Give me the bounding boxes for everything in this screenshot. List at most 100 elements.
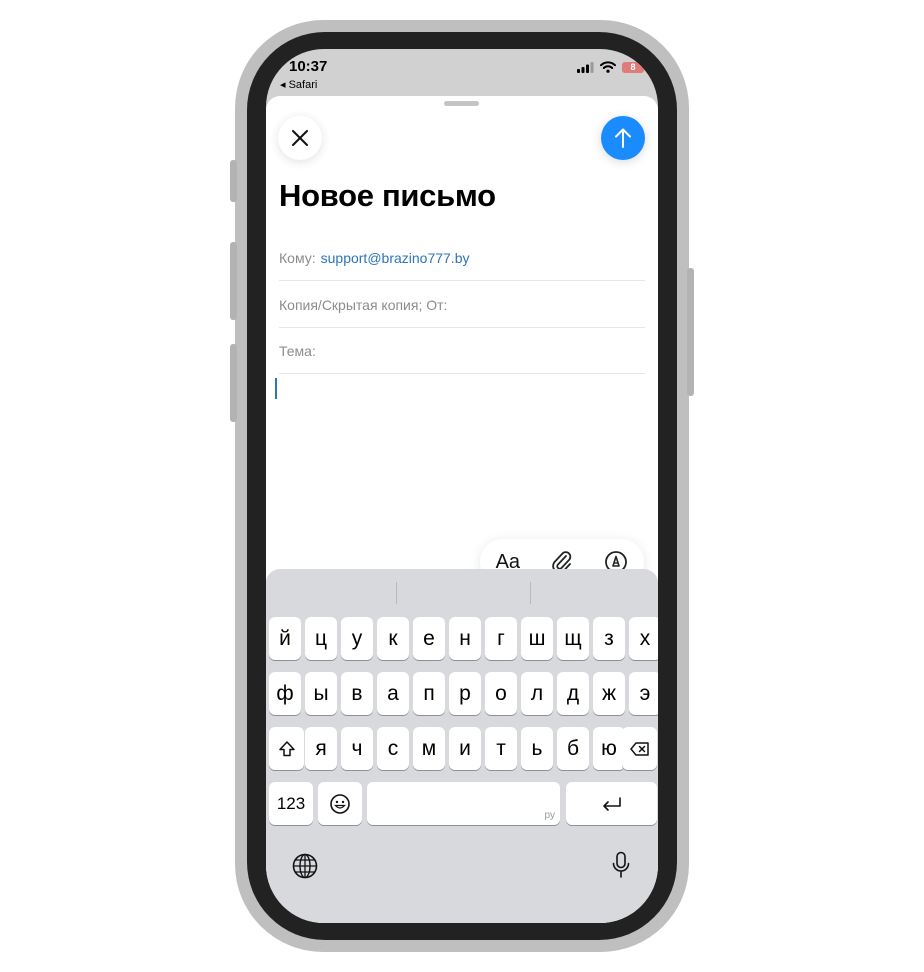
key-label: г bbox=[497, 626, 505, 650]
key-letter[interactable]: е bbox=[413, 617, 445, 660]
emoji-key[interactable] bbox=[318, 782, 362, 825]
key-label: я bbox=[315, 736, 327, 760]
key-letter[interactable]: щ bbox=[557, 617, 589, 660]
key-letter[interactable]: т bbox=[485, 727, 517, 770]
close-button[interactable] bbox=[278, 116, 322, 160]
volume-down-button bbox=[230, 344, 237, 422]
key-label: з bbox=[604, 626, 614, 650]
key-label: в bbox=[351, 681, 363, 705]
battery-icon: 8 bbox=[622, 61, 647, 73]
microphone-icon bbox=[612, 851, 630, 878]
key-letter[interactable]: а bbox=[377, 672, 409, 715]
numbers-key-label: 123 bbox=[276, 793, 306, 813]
key-label: э bbox=[639, 681, 651, 705]
key-label: и bbox=[459, 736, 471, 760]
send-button[interactable] bbox=[601, 116, 645, 160]
prediction-divider bbox=[530, 582, 531, 604]
key-label: м bbox=[421, 736, 437, 760]
key-label: о bbox=[495, 681, 507, 705]
sheet-grabber[interactable] bbox=[444, 101, 479, 106]
key-label: ч bbox=[351, 736, 363, 760]
key-label: н bbox=[459, 626, 471, 650]
key-label: ю bbox=[601, 736, 617, 760]
key-letter[interactable]: ф bbox=[269, 672, 301, 715]
to-label: Кому: bbox=[279, 249, 316, 266]
key-letter[interactable]: з bbox=[593, 617, 625, 660]
key-letter[interactable]: г bbox=[485, 617, 517, 660]
key-letter[interactable]: ч bbox=[341, 727, 373, 770]
key-letter[interactable]: с bbox=[377, 727, 409, 770]
power-button bbox=[687, 268, 694, 396]
shift-key[interactable] bbox=[269, 727, 304, 770]
key-label: е bbox=[423, 626, 435, 650]
key-letter[interactable]: ю bbox=[593, 727, 625, 770]
back-to-safari-link[interactable]: ◂ Safari bbox=[280, 78, 317, 91]
key-label: т bbox=[496, 736, 506, 760]
key-letter[interactable]: я bbox=[305, 727, 337, 770]
key-label: д bbox=[566, 681, 580, 705]
key-label: б bbox=[566, 736, 580, 760]
key-label: ж bbox=[601, 681, 617, 705]
subject-label: Тема: bbox=[279, 342, 316, 359]
key-label: р bbox=[459, 681, 471, 705]
wifi-icon bbox=[600, 61, 616, 73]
key-letter[interactable]: ы bbox=[305, 672, 337, 715]
return-key[interactable] bbox=[566, 782, 657, 825]
key-letter[interactable]: э bbox=[629, 672, 658, 715]
key-letter[interactable]: р bbox=[449, 672, 481, 715]
key-label: а bbox=[387, 681, 399, 705]
signal-icon bbox=[577, 61, 594, 73]
send-arrow-icon bbox=[615, 128, 631, 148]
key-letter[interactable]: о bbox=[485, 672, 517, 715]
numbers-key[interactable]: 123 bbox=[269, 782, 313, 825]
globe-icon bbox=[292, 853, 318, 879]
globe-button[interactable] bbox=[290, 851, 320, 881]
key-letter[interactable]: в bbox=[341, 672, 373, 715]
key-label: щ bbox=[564, 626, 582, 650]
key-letter[interactable]: д bbox=[557, 672, 589, 715]
key-label: ь bbox=[531, 736, 543, 760]
key-label: ф bbox=[276, 681, 294, 705]
backspace-key[interactable] bbox=[622, 727, 657, 770]
key-label: п bbox=[423, 681, 435, 705]
key-label: ы bbox=[313, 681, 329, 705]
key-label: к bbox=[388, 626, 398, 650]
battery-level: 8 bbox=[630, 62, 636, 72]
return-icon bbox=[602, 796, 621, 811]
key-letter[interactable]: к bbox=[377, 617, 409, 660]
key-label: х bbox=[639, 626, 651, 650]
to-field[interactable]: Кому: support@brazino777.by bbox=[279, 235, 645, 281]
key-letter[interactable]: ь bbox=[521, 727, 553, 770]
text-cursor bbox=[275, 378, 277, 399]
cc-bcc-from-field[interactable]: Копия/Скрытая копия; От: bbox=[279, 282, 645, 328]
key-letter[interactable]: й bbox=[269, 617, 301, 660]
key-label: у bbox=[351, 626, 363, 650]
emoji-icon bbox=[330, 793, 350, 814]
volume-up-button bbox=[230, 242, 237, 320]
phone-frame: 10:37 ◂ Safari 8 Новое письмо Кому: supp… bbox=[230, 20, 694, 952]
key-letter[interactable]: м bbox=[413, 727, 445, 770]
key-letter[interactable]: ш bbox=[521, 617, 553, 660]
key-letter[interactable]: у bbox=[341, 617, 373, 660]
key-letter[interactable]: б bbox=[557, 727, 589, 770]
compose-title: Новое письмо bbox=[279, 178, 496, 213]
key-label: л bbox=[530, 681, 544, 705]
key-letter[interactable]: п bbox=[413, 672, 445, 715]
key-letter[interactable]: ж bbox=[593, 672, 625, 715]
mute-switch bbox=[230, 160, 237, 202]
subject-field[interactable]: Тема: bbox=[279, 328, 645, 374]
key-letter[interactable]: х bbox=[629, 617, 658, 660]
key-letter[interactable]: ц bbox=[305, 617, 337, 660]
backspace-icon bbox=[629, 741, 649, 756]
shift-icon bbox=[278, 740, 295, 756]
phone-bezel: 10:37 ◂ Safari 8 Новое письмо Кому: supp… bbox=[247, 32, 677, 940]
key-letter[interactable]: л bbox=[521, 672, 553, 715]
keyboard-language-label: ру bbox=[544, 810, 555, 821]
key-letter[interactable]: и bbox=[449, 727, 481, 770]
space-key[interactable]: ру bbox=[367, 782, 560, 825]
status-icons: 8 bbox=[577, 61, 647, 73]
message-body[interactable] bbox=[266, 376, 658, 536]
key-letter[interactable]: н bbox=[449, 617, 481, 660]
to-recipient[interactable]: support@brazino777.by bbox=[321, 250, 470, 266]
dictation-button[interactable] bbox=[606, 849, 636, 881]
